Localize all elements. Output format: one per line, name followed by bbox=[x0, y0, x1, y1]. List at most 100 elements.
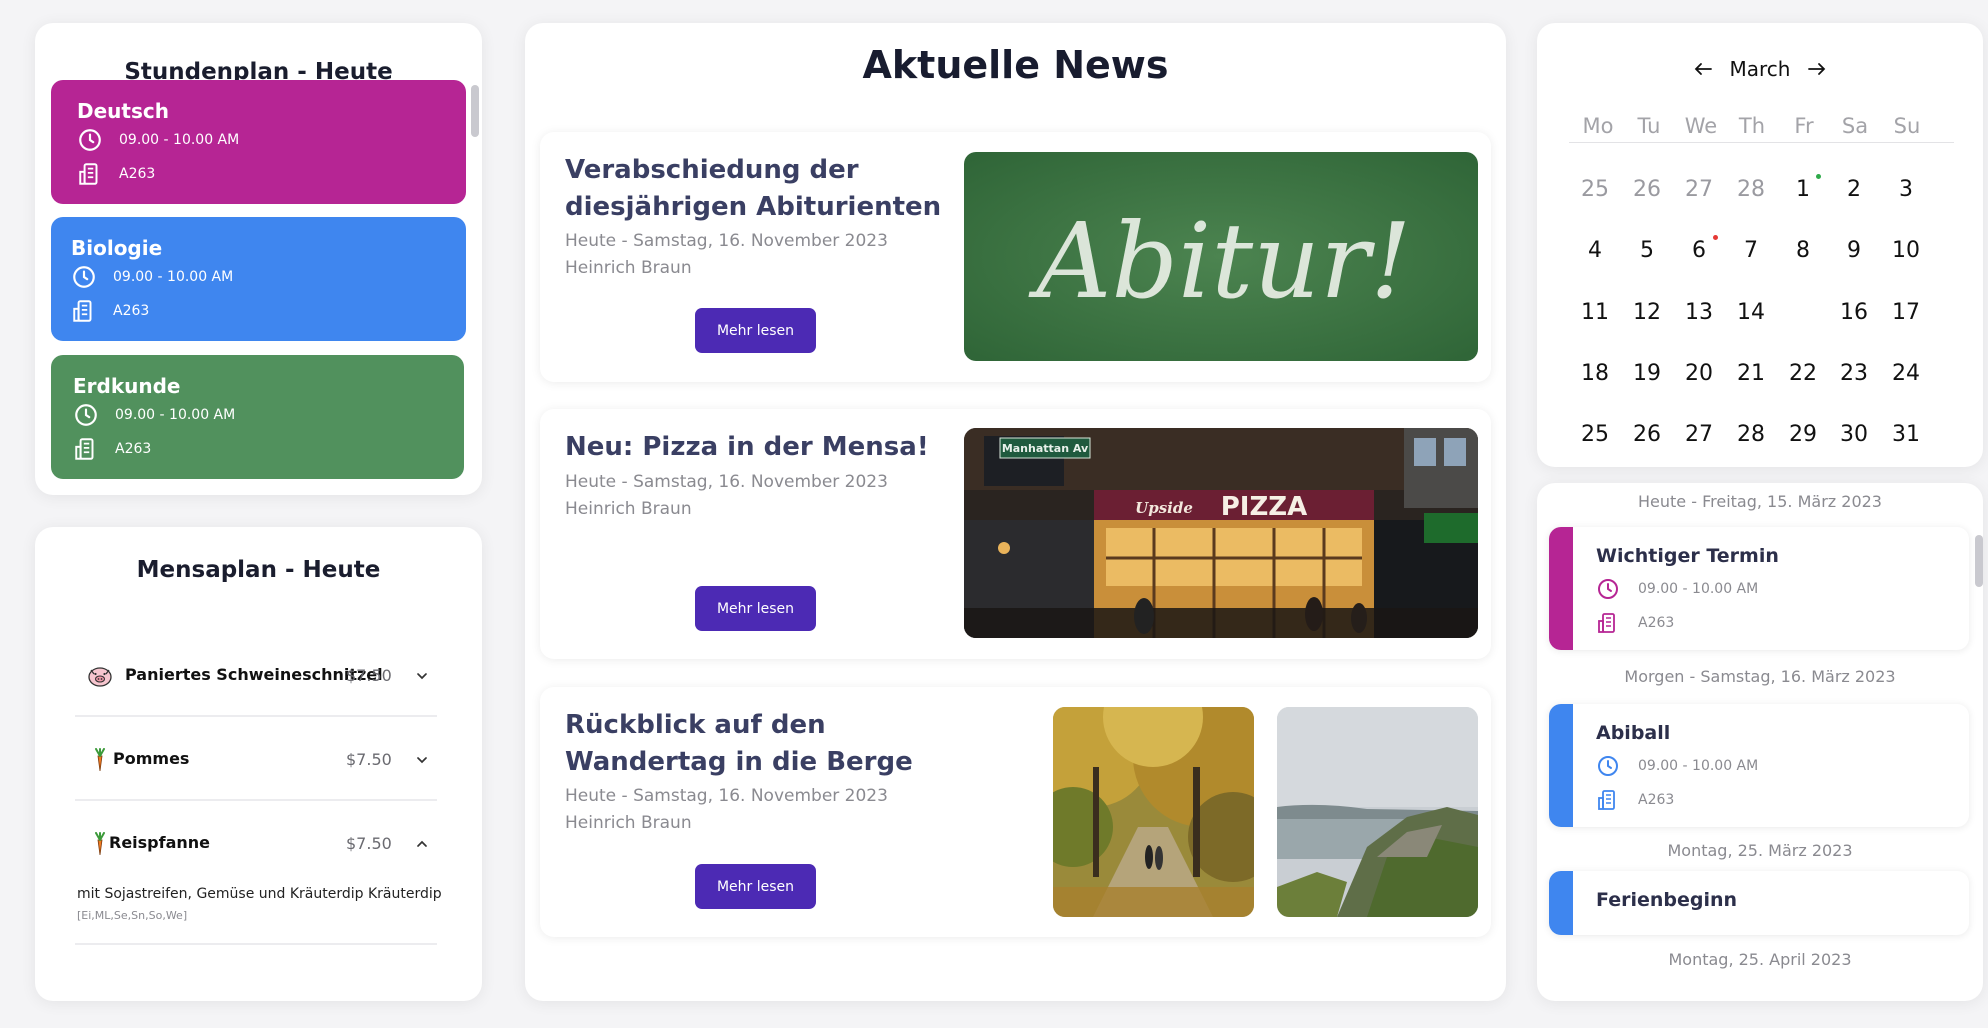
arrow-left-icon[interactable] bbox=[1694, 62, 1712, 76]
weekday-label: Mo bbox=[1582, 114, 1614, 138]
news-card[interactable]: Rückblick auf den Wandertag in die Berge… bbox=[540, 687, 1491, 937]
calendar-day[interactable]: 9 bbox=[1828, 231, 1880, 271]
weekday-label: Sa bbox=[1841, 114, 1869, 138]
calendar-day[interactable]: 26 bbox=[1621, 170, 1673, 210]
weekday-label: Th bbox=[1738, 114, 1766, 138]
event-title: Wichtiger Termin bbox=[1596, 545, 1779, 567]
agenda-event[interactable]: Ferienbeginn bbox=[1549, 871, 1969, 935]
chevron-down-icon[interactable] bbox=[415, 669, 429, 683]
meal-allergens: [Ei,ML,Se,Sn,So,We] bbox=[77, 909, 188, 922]
event-color-bar bbox=[1549, 704, 1573, 827]
meal-price: $7.50 bbox=[346, 666, 392, 685]
arrow-right-icon[interactable] bbox=[1808, 62, 1826, 76]
read-more-button[interactable]: Mehr lesen bbox=[695, 864, 816, 909]
news-card[interactable]: Neu: Pizza in der Mensa! Heute - Samstag… bbox=[540, 409, 1491, 659]
building-icon bbox=[73, 300, 92, 322]
agenda-date-label: Montag, 25. März 2023 bbox=[1667, 841, 1853, 860]
news-card-title: Rückblick auf den Wandertag in die Berge bbox=[565, 710, 913, 777]
agenda-event[interactable]: Abiball 09.00 - 10.00 AM A263 bbox=[1549, 704, 1969, 827]
event-dot bbox=[1816, 174, 1821, 179]
calendar-day[interactable]: 13 bbox=[1673, 293, 1725, 333]
calendar-day[interactable]: 27 bbox=[1673, 170, 1725, 210]
event-title: Abiball bbox=[1596, 722, 1671, 744]
calendar-day[interactable]: 7 bbox=[1725, 231, 1777, 271]
calendar-day[interactable]: 31 bbox=[1880, 415, 1932, 455]
chevron-up-icon[interactable] bbox=[415, 837, 429, 851]
building-icon bbox=[1598, 790, 1615, 810]
calendar-day[interactable]: 14 bbox=[1725, 293, 1777, 333]
agenda-date-label: Heute - Freitag, 15. März 2023 bbox=[1638, 492, 1882, 511]
calendar-month: March bbox=[1729, 57, 1791, 81]
news-panel: Aktuelle News Verabschiedung der diesjäh… bbox=[525, 23, 1506, 1001]
calendar-day[interactable]: 30 bbox=[1828, 415, 1880, 455]
calendar-divider bbox=[1569, 142, 1954, 143]
calendar-day[interactable]: 23 bbox=[1828, 354, 1880, 394]
weekday-label: We bbox=[1684, 114, 1718, 138]
calendar-header: March bbox=[1537, 57, 1983, 81]
news-card-title: Verabschiedung der diesjährigen Abiturie… bbox=[565, 155, 942, 222]
calendar-day[interactable]: 25 bbox=[1569, 415, 1621, 455]
read-more-button[interactable]: Mehr lesen bbox=[695, 308, 816, 353]
agenda-scrollbar[interactable] bbox=[1975, 535, 1983, 587]
event-room: A263 bbox=[1638, 792, 1675, 808]
news-image-mountain[interactable] bbox=[1277, 707, 1478, 917]
calendar-day[interactable]: 12 bbox=[1621, 293, 1673, 333]
meal-price: $7.50 bbox=[346, 834, 392, 853]
meal-item-expanded[interactable]: Reispfanne $7.50 bbox=[75, 801, 437, 885]
calendar-day[interactable]: 4 bbox=[1569, 231, 1621, 271]
calendar-day[interactable]: 21 bbox=[1725, 354, 1777, 394]
calendar-day[interactable]: 19 bbox=[1621, 354, 1673, 394]
mensaplan-title: Mensaplan - Heute bbox=[136, 557, 381, 583]
lesson-card-biologie[interactable]: Biologie 09.00 - 10.00 AM A263 bbox=[51, 217, 466, 341]
calendar-day[interactable]: 25 bbox=[1569, 170, 1621, 210]
lesson-card-erdkunde[interactable]: Erdkunde 09.00 - 10.00 AM A263 bbox=[51, 355, 464, 479]
read-more-button[interactable]: Mehr lesen bbox=[695, 586, 816, 631]
stundenplan-scrollbar[interactable] bbox=[471, 85, 479, 137]
calendar-day[interactable]: 11 bbox=[1569, 293, 1621, 333]
calendar-day[interactable]: 27 bbox=[1673, 415, 1725, 455]
calendar-day-selected[interactable]: 15 bbox=[1777, 293, 1829, 333]
calendar-panel: March Mo Tu We Th Fr Sa Su 25 26 27 28 1… bbox=[1537, 23, 1983, 467]
divider bbox=[75, 943, 437, 945]
news-image-pizza[interactable]: Manhattan Av Upside PIZZA bbox=[964, 428, 1478, 638]
calendar-day[interactable]: 16 bbox=[1828, 293, 1880, 333]
meal-item[interactable]: Paniertes Schweineschnitzel $7.50 bbox=[75, 633, 437, 717]
calendar-day[interactable]: 26 bbox=[1621, 415, 1673, 455]
calendar-day[interactable]: 20 bbox=[1673, 354, 1725, 394]
calendar-day[interactable]: 10 bbox=[1880, 231, 1932, 271]
calendar-day[interactable]: 28 bbox=[1725, 170, 1777, 210]
news-card-author: Heinrich Braun bbox=[565, 258, 692, 278]
chevron-down-icon[interactable] bbox=[415, 753, 429, 767]
clock-icon bbox=[1598, 579, 1618, 599]
mensaplan-panel: Mensaplan - Heute Paniertes Schweineschn… bbox=[35, 527, 482, 1001]
calendar-day[interactable]: 1 bbox=[1777, 170, 1829, 210]
calendar-day[interactable]: 17 bbox=[1880, 293, 1932, 333]
news-card-date: Heute - Samstag, 16. November 2023 bbox=[565, 472, 888, 492]
calendar-day[interactable]: 2 bbox=[1828, 170, 1880, 210]
meal-item[interactable]: Pommes $7.50 bbox=[75, 717, 437, 801]
calendar-day[interactable]: 29 bbox=[1777, 415, 1829, 455]
calendar-day[interactable]: 3 bbox=[1880, 170, 1932, 210]
agenda-event[interactable]: Wichtiger Termin 09.00 - 10.00 AM A263 bbox=[1549, 527, 1969, 650]
calendar-day[interactable]: 24 bbox=[1880, 354, 1932, 394]
news-image-abitur[interactable]: Abitur! bbox=[964, 152, 1478, 361]
event-title: Ferienbeginn bbox=[1596, 889, 1738, 911]
calendar-day[interactable]: 8 bbox=[1777, 231, 1829, 271]
news-card-author: Heinrich Braun bbox=[565, 499, 692, 519]
weekday-label: Fr bbox=[1794, 114, 1814, 138]
calendar-day[interactable]: 28 bbox=[1725, 415, 1777, 455]
meal-name: Reispfanne bbox=[109, 833, 211, 852]
news-card[interactable]: Verabschiedung der diesjährigen Abiturie… bbox=[540, 132, 1491, 382]
meal-name: Pommes bbox=[113, 749, 190, 768]
calendar-day[interactable]: 5 bbox=[1621, 231, 1673, 271]
lesson-time: 09.00 - 10.00 AM bbox=[119, 132, 240, 148]
shop-sign-text: PIZZA bbox=[1221, 492, 1308, 522]
agenda-date-label: Morgen - Samstag, 16. März 2023 bbox=[1624, 667, 1896, 686]
calendar-day[interactable]: 22 bbox=[1777, 354, 1829, 394]
calendar-day[interactable]: 18 bbox=[1569, 354, 1621, 394]
event-color-bar bbox=[1549, 527, 1573, 650]
lesson-card-deutsch[interactable]: Deutsch 09.00 - 10.00 AM A263 bbox=[51, 80, 466, 204]
weekday-label: Tu bbox=[1637, 114, 1661, 138]
news-image-autumn-path[interactable] bbox=[1053, 707, 1254, 917]
carrot-icon bbox=[95, 748, 105, 772]
